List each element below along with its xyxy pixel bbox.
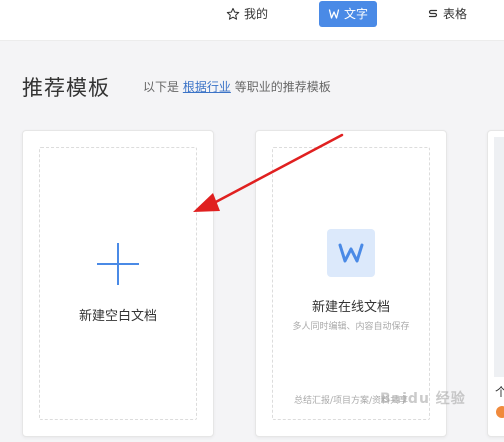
tab-favorites-label: 我的: [244, 1, 268, 27]
badge-icon: [496, 406, 504, 418]
star-outline-icon: [226, 7, 240, 21]
top-tab-bar: 我的 文字 表格: [0, 0, 504, 41]
subtitle-prefix: 以下是: [143, 80, 179, 94]
w-doc-icon: [327, 229, 375, 277]
template-thumbnail: [494, 137, 504, 377]
tab-documents[interactable]: 文字: [319, 1, 377, 27]
watermark: Baidu 经验: [380, 388, 466, 408]
new-blank-document-card[interactable]: 新建空白文档: [22, 130, 214, 437]
card-dashed-border: [272, 147, 430, 420]
s-sheet-icon: [427, 8, 439, 20]
section-title: 推荐模板: [22, 72, 110, 102]
plus-icon: [97, 243, 139, 285]
section-subtitle: 以下是 根据行业 等职业的推荐模板: [143, 78, 331, 95]
new-blank-document-label: 新建空白文档: [23, 305, 213, 324]
template-card-partial[interactable]: 个: [487, 130, 504, 437]
w-doc-icon: [328, 8, 340, 20]
new-online-document-subtitle: 多人同时编辑、内容自动保存: [256, 319, 446, 332]
tab-spreadsheets[interactable]: 表格: [419, 1, 475, 27]
tab-documents-label: 文字: [344, 1, 368, 27]
tab-spreadsheets-label: 表格: [443, 1, 467, 27]
template-card-label: 个: [495, 383, 504, 400]
new-online-document-title: 新建在线文档: [256, 296, 446, 315]
industry-link[interactable]: 根据行业: [183, 80, 231, 94]
tab-favorites[interactable]: 我的: [218, 1, 276, 27]
subtitle-suffix: 等职业的推荐模板: [235, 80, 331, 94]
